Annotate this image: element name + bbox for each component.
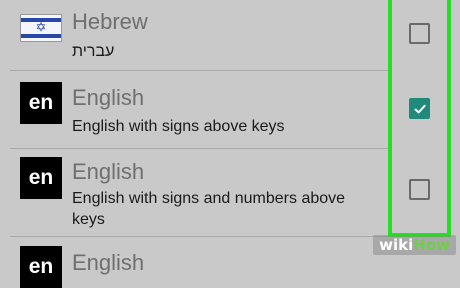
language-name: English xyxy=(72,85,145,110)
language-subtitle: English with signs above keys xyxy=(72,118,285,135)
language-row-english-partial[interactable]: en English xyxy=(0,238,388,288)
language-code-icon: en xyxy=(20,246,62,288)
language-code-icon: en xyxy=(20,82,62,124)
language-code-icon: en xyxy=(20,157,62,199)
wikihow-watermark: wikiHow xyxy=(373,235,456,255)
divider xyxy=(10,236,390,237)
language-subtitle: עברית xyxy=(72,43,115,60)
hebrew-checkbox[interactable] xyxy=(409,23,430,44)
english-signs-numbers-checkbox[interactable] xyxy=(409,179,430,200)
language-row-english-signs-numbers[interactable]: en English English with signs and number… xyxy=(0,149,388,237)
keyboard-language-list: ✡ Hebrew עברית en English English with s… xyxy=(0,0,460,288)
language-name: English xyxy=(72,159,145,184)
language-name: Hebrew xyxy=(72,9,148,34)
language-row-english-signs[interactable]: en English English with signs above keys xyxy=(0,72,388,148)
language-subtitle: English with signs and numbers above key… xyxy=(72,190,346,228)
israel-flag-icon: ✡ xyxy=(20,14,62,42)
divider xyxy=(10,70,390,71)
english-signs-checkbox[interactable] xyxy=(409,98,430,119)
language-name: English xyxy=(72,250,145,275)
checkmark-icon xyxy=(414,104,426,114)
language-row-hebrew[interactable]: ✡ Hebrew עברית xyxy=(0,0,388,71)
